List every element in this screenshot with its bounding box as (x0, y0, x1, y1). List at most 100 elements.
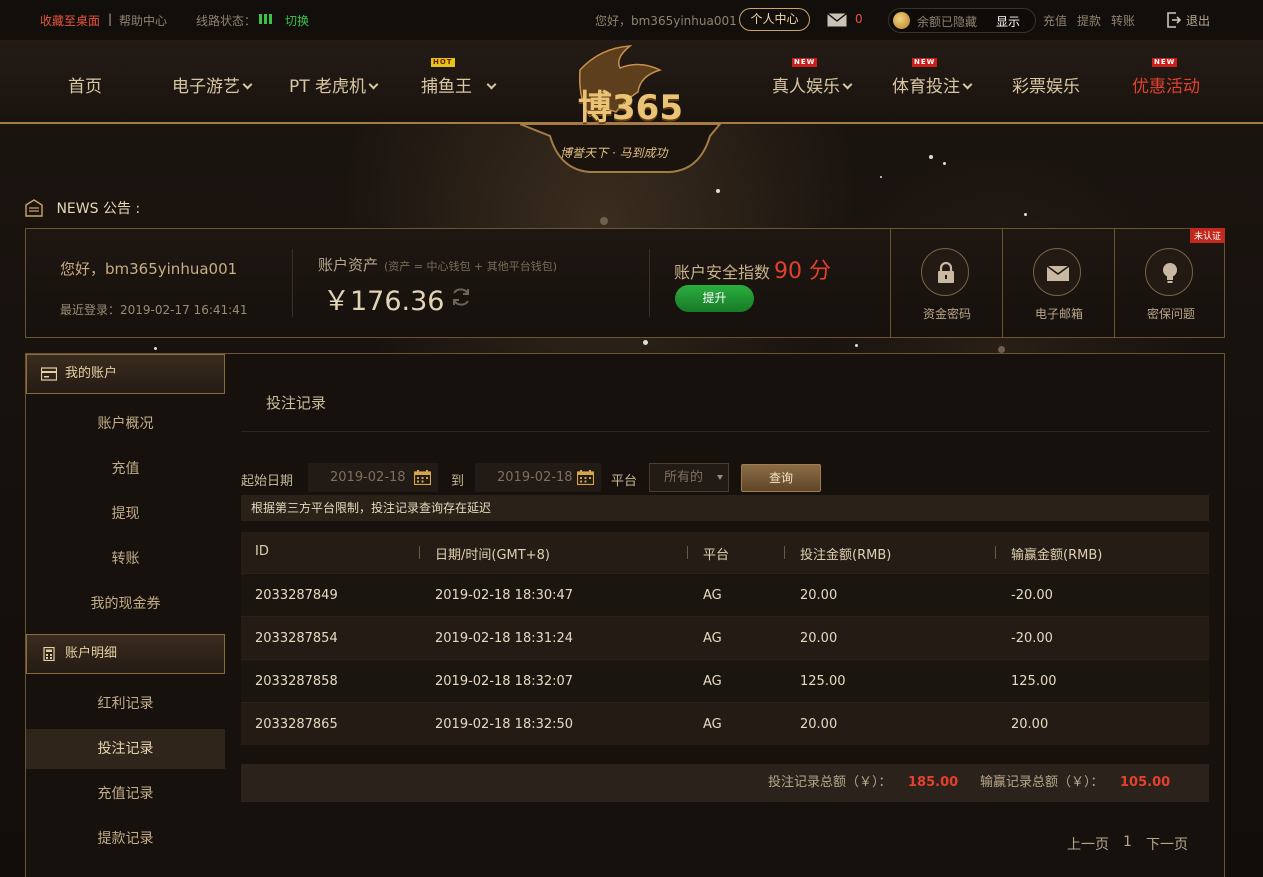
withdraw-link[interactable]: 提款 (1077, 12, 1101, 29)
refresh-icon[interactable] (450, 286, 472, 308)
cell-win-loss: 20.00 (1011, 717, 1049, 732)
chevron-down-icon (242, 79, 253, 90)
lock-icon (921, 248, 969, 296)
security-item-label: 密保问题 (1146, 307, 1195, 321)
cell-platform: AG (703, 588, 722, 603)
calendar-icon[interactable] (577, 470, 594, 485)
personal-center-button[interactable]: 个人中心 (739, 8, 810, 31)
sidebar-item-bet-records[interactable]: 投注记录 (26, 729, 225, 769)
logout-link[interactable]: 退出 (1186, 12, 1210, 29)
platform-select-value: 所有的 (664, 470, 704, 485)
security-fund-password[interactable]: 资金密码 (890, 229, 1002, 337)
wallet-icon (41, 367, 57, 381)
help-center-link[interactable]: 帮助中心 (119, 12, 167, 29)
bet-total-label: 投注记录总额（￥）： (768, 775, 892, 790)
cell-bet-amount: 125.00 (800, 674, 846, 689)
calendar-icon[interactable] (414, 470, 431, 485)
nav-fishing-label: 捕鱼王 (421, 77, 472, 97)
transfer-link[interactable]: 转账 (1111, 12, 1135, 29)
security-question[interactable]: 密保问题 (1114, 229, 1226, 337)
envelope-icon (1033, 248, 1081, 296)
new-badge: NEW (792, 58, 818, 67)
asset-note: (资产 = 中心钱包 + 其他平台钱包) (384, 260, 558, 273)
cell-id: 2033287865 (255, 717, 338, 732)
cell-bet-amount: 20.00 (800, 631, 838, 646)
account-greeting: 您好，bm365yinhua001 (60, 260, 238, 278)
star-decoration (716, 189, 720, 193)
chevron-down-icon (486, 79, 497, 90)
column-header: 平台 (703, 548, 730, 563)
table-row[interactable]: 2033287858 2019-02-18 18:32:07 AG 125.00… (241, 659, 1209, 702)
nav-sports-label: 体育投注 (892, 77, 960, 97)
nav-pt-slots[interactable]: PT 老虎机 (289, 72, 379, 97)
star-decoration (943, 162, 946, 165)
cell-datetime: 2019-02-18 18:32:50 (435, 717, 574, 732)
line-status-label: 线路状态： (196, 14, 257, 28)
asset-value: ￥176.36 (323, 286, 445, 317)
divider (292, 249, 293, 317)
last-login: 最近登录：2019-02-17 16:41:41 (60, 303, 248, 317)
bet-records-table: ID 日期/时间(GMT+8) 平台 投注金额(RMB) 输赢金额(RMB) 2… (241, 532, 1209, 745)
cell-bet-amount: 20.00 (800, 717, 838, 732)
security-item-label: 资金密码 (922, 307, 971, 321)
to-label: 到 (451, 474, 465, 489)
lightbulb-icon (1145, 248, 1193, 296)
show-balance-button[interactable]: 显示 (996, 13, 1020, 30)
sidebar-item-withdraw-records[interactable]: 提款记录 (26, 819, 225, 859)
sidebar-item-deposit[interactable]: 充值 (26, 449, 225, 489)
end-date-input[interactable]: 2019-02-18 (475, 463, 601, 492)
caret-down-icon (717, 475, 723, 480)
signal-icon (259, 12, 274, 27)
nav-live[interactable]: NEW 真人娱乐 (772, 58, 853, 97)
mail-icon[interactable] (827, 13, 847, 27)
account-summary-panel: 您好，bm365yinhua001 最近登录：2019-02-17 16:41:… (25, 228, 1225, 338)
sidebar-item-deposit-records[interactable]: 充值记录 (26, 774, 225, 814)
sidebar-item-coupons[interactable]: 我的现金券 (26, 584, 225, 624)
calculator-icon (43, 647, 55, 661)
line-switch-link[interactable]: 切换 (285, 12, 309, 29)
query-button[interactable]: 查询 (741, 464, 821, 492)
upgrade-button[interactable]: 提升 (675, 285, 754, 312)
start-date-value: 2019-02-18 (330, 470, 406, 485)
page-number[interactable]: 1 (1123, 834, 1132, 850)
start-date-input[interactable]: 2019-02-18 (308, 463, 438, 492)
sidebar-item-transfer[interactable]: 转账 (26, 539, 225, 579)
coin-icon (893, 12, 910, 29)
table-row[interactable]: 2033287865 2019-02-18 18:32:50 AG 20.00 … (241, 702, 1209, 745)
cell-win-loss: 125.00 (1011, 674, 1057, 689)
nav-home[interactable]: 首页 (68, 72, 102, 97)
deposit-link[interactable]: 充值 (1043, 12, 1067, 29)
safety-label: 账户安全指数 (674, 263, 771, 282)
top-bar: 收藏至桌面 | 帮助中心 线路状态： 切换 您好，bm365yinhua001 … (0, 0, 1263, 40)
divider (241, 431, 1209, 432)
start-date-label: 起始日期 (241, 474, 294, 489)
sidebar-item-withdraw[interactable]: 提现 (26, 494, 225, 534)
nav-promotions[interactable]: NEW 优惠活动 (1132, 58, 1200, 97)
sidebar-item-overview[interactable]: 账户概况 (26, 404, 225, 444)
nav-fishing[interactable]: HOT 捕鱼王 (421, 58, 497, 97)
bookmark-link[interactable]: 收藏至桌面 (40, 12, 100, 29)
nav-sports[interactable]: NEW 体育投注 (892, 58, 973, 97)
nav-egames[interactable]: 电子游艺 (172, 72, 253, 97)
table-row[interactable]: 2033287854 2019-02-18 18:31:24 AG 20.00 … (241, 616, 1209, 659)
next-page-button[interactable]: 下一页 (1146, 834, 1188, 854)
sidebar-head-account-details[interactable]: 账户明细 (26, 634, 225, 674)
platform-select[interactable]: 所有的 (649, 463, 729, 492)
logout-icon[interactable] (1167, 12, 1181, 28)
column-header: 日期/时间(GMT+8) (435, 548, 550, 563)
safety-index: 账户安全指数 90 分 (674, 253, 831, 285)
platform-label: 平台 (611, 474, 638, 489)
nav-lottery[interactable]: 彩票娱乐 (1012, 72, 1080, 97)
logo-slogan: 博誉天下 · 马到成功 (560, 146, 668, 160)
sidebar-head-my-account[interactable]: 我的账户 (26, 354, 225, 394)
site-logo[interactable]: 博365 博誉天下 · 马到成功 (519, 40, 740, 176)
sidebar-head-label: 账户明细 (65, 646, 118, 661)
prev-page-button[interactable]: 上一页 (1067, 834, 1109, 854)
security-item-label: 电子邮箱 (1034, 307, 1083, 321)
user-greeting: 您好，bm365yinhua001 (595, 14, 737, 28)
asset-label: 账户资产 (资产 = 中心钱包 + 其他平台钱包) (318, 254, 557, 275)
sidebar-item-bonus-records[interactable]: 红利记录 (26, 684, 225, 724)
security-email[interactable]: 电子邮箱 (1002, 229, 1114, 337)
table-row[interactable]: 2033287849 2019-02-18 18:30:47 AG 20.00 … (241, 573, 1209, 616)
announcement-icon (25, 199, 43, 217)
